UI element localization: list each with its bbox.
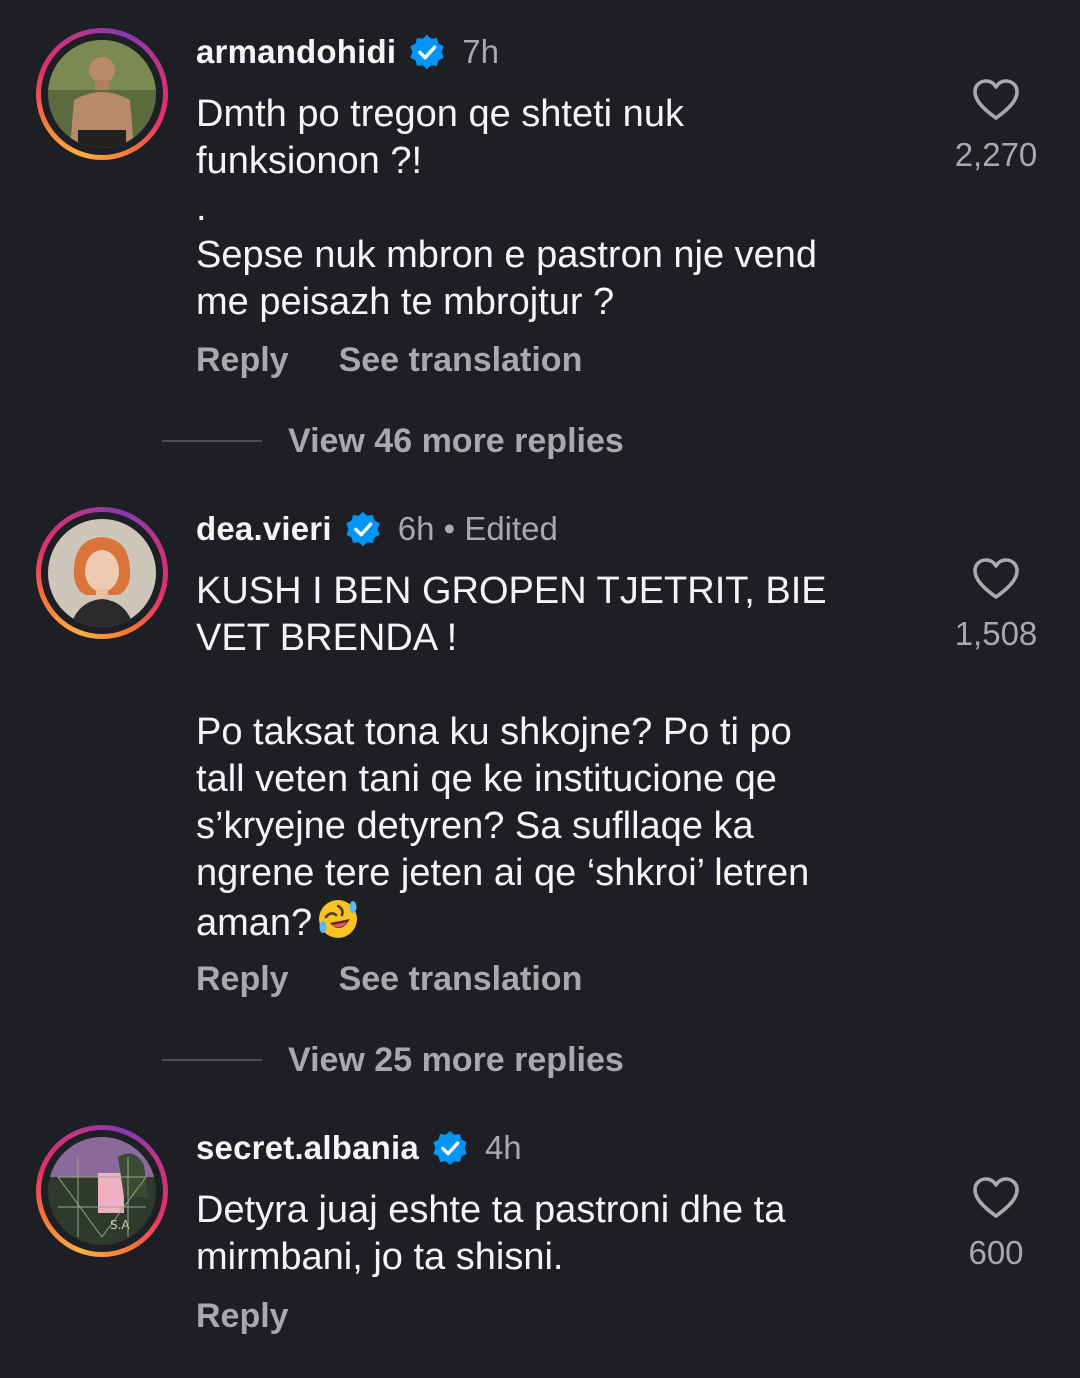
see-translation-button[interactable]: See translation [339, 341, 583, 380]
like-count: 1,508 [954, 615, 1038, 652]
comment-text-content: KUSH I BEN GROPEN TJETRIT, BIE VET BREND… [196, 570, 827, 944]
reply-button[interactable]: Reply [196, 1297, 289, 1336]
reply-button[interactable]: Reply [196, 341, 289, 380]
comment-text: Detyra juaj eshte ta pastroni dhe ta mir… [196, 1189, 786, 1278]
divider-line [162, 1059, 262, 1061]
comment-header: armandohidi 7h [196, 30, 499, 74]
view-replies-label: View 46 more replies [288, 421, 624, 460]
verified-badge-icon [433, 1130, 467, 1166]
avatar-image [48, 519, 156, 627]
reply-button[interactable]: Reply [196, 960, 289, 999]
comment-actions: Reply [196, 1294, 289, 1338]
like-button[interactable]: 2,270 [936, 78, 1056, 174]
username[interactable]: armandohidi [196, 33, 396, 71]
like-button[interactable]: 600 [936, 1176, 1056, 1272]
comment-timestamp: 7h [462, 33, 499, 70]
comment-timestamp: 4h [484, 1129, 522, 1166]
comment-timestamp: 6h • Edited [397, 510, 558, 547]
like-button[interactable]: 1,508 [936, 557, 1056, 653]
avatar-image [48, 40, 156, 148]
divider-line [162, 440, 262, 442]
comment-actions: Reply See translation [196, 338, 582, 382]
verified-badge-icon [410, 34, 444, 70]
view-replies-label: View 25 more replies [288, 1040, 624, 1079]
heart-icon [973, 79, 1019, 120]
comment-text: Dmth po tregon qe shteti nuk funksionon … [196, 93, 818, 323]
rolling-on-floor-laughing-emoji [319, 900, 358, 938]
avatar[interactable]: S.A [36, 1125, 168, 1257]
view-more-replies-button[interactable]: View 25 more replies [162, 1038, 624, 1082]
see-translation-button[interactable]: See translation [339, 960, 583, 999]
like-count: 2,270 [954, 136, 1038, 173]
avatar-image: S.A [48, 1137, 156, 1245]
heart-icon [973, 558, 1019, 599]
username[interactable]: secret.albania [196, 1129, 419, 1167]
svg-text:S.A: S.A [110, 1218, 130, 1232]
comment-text: KUSH I BEN GROPEN TJETRIT, BIE VET BREND… [196, 568, 926, 947]
view-more-replies-button[interactable]: View 46 more replies [162, 419, 624, 463]
avatar[interactable] [36, 28, 168, 160]
comment-header: secret.albania 4h [196, 1126, 522, 1170]
username[interactable]: dea.vieri [196, 510, 332, 548]
comment-actions: Reply See translation [196, 957, 582, 1001]
heart-icon [973, 1177, 1019, 1218]
like-count: 600 [968, 1234, 1024, 1271]
verified-badge-icon [346, 511, 380, 547]
avatar[interactable] [36, 507, 168, 639]
comment-header: dea.vieri 6h • Edited [196, 507, 558, 551]
